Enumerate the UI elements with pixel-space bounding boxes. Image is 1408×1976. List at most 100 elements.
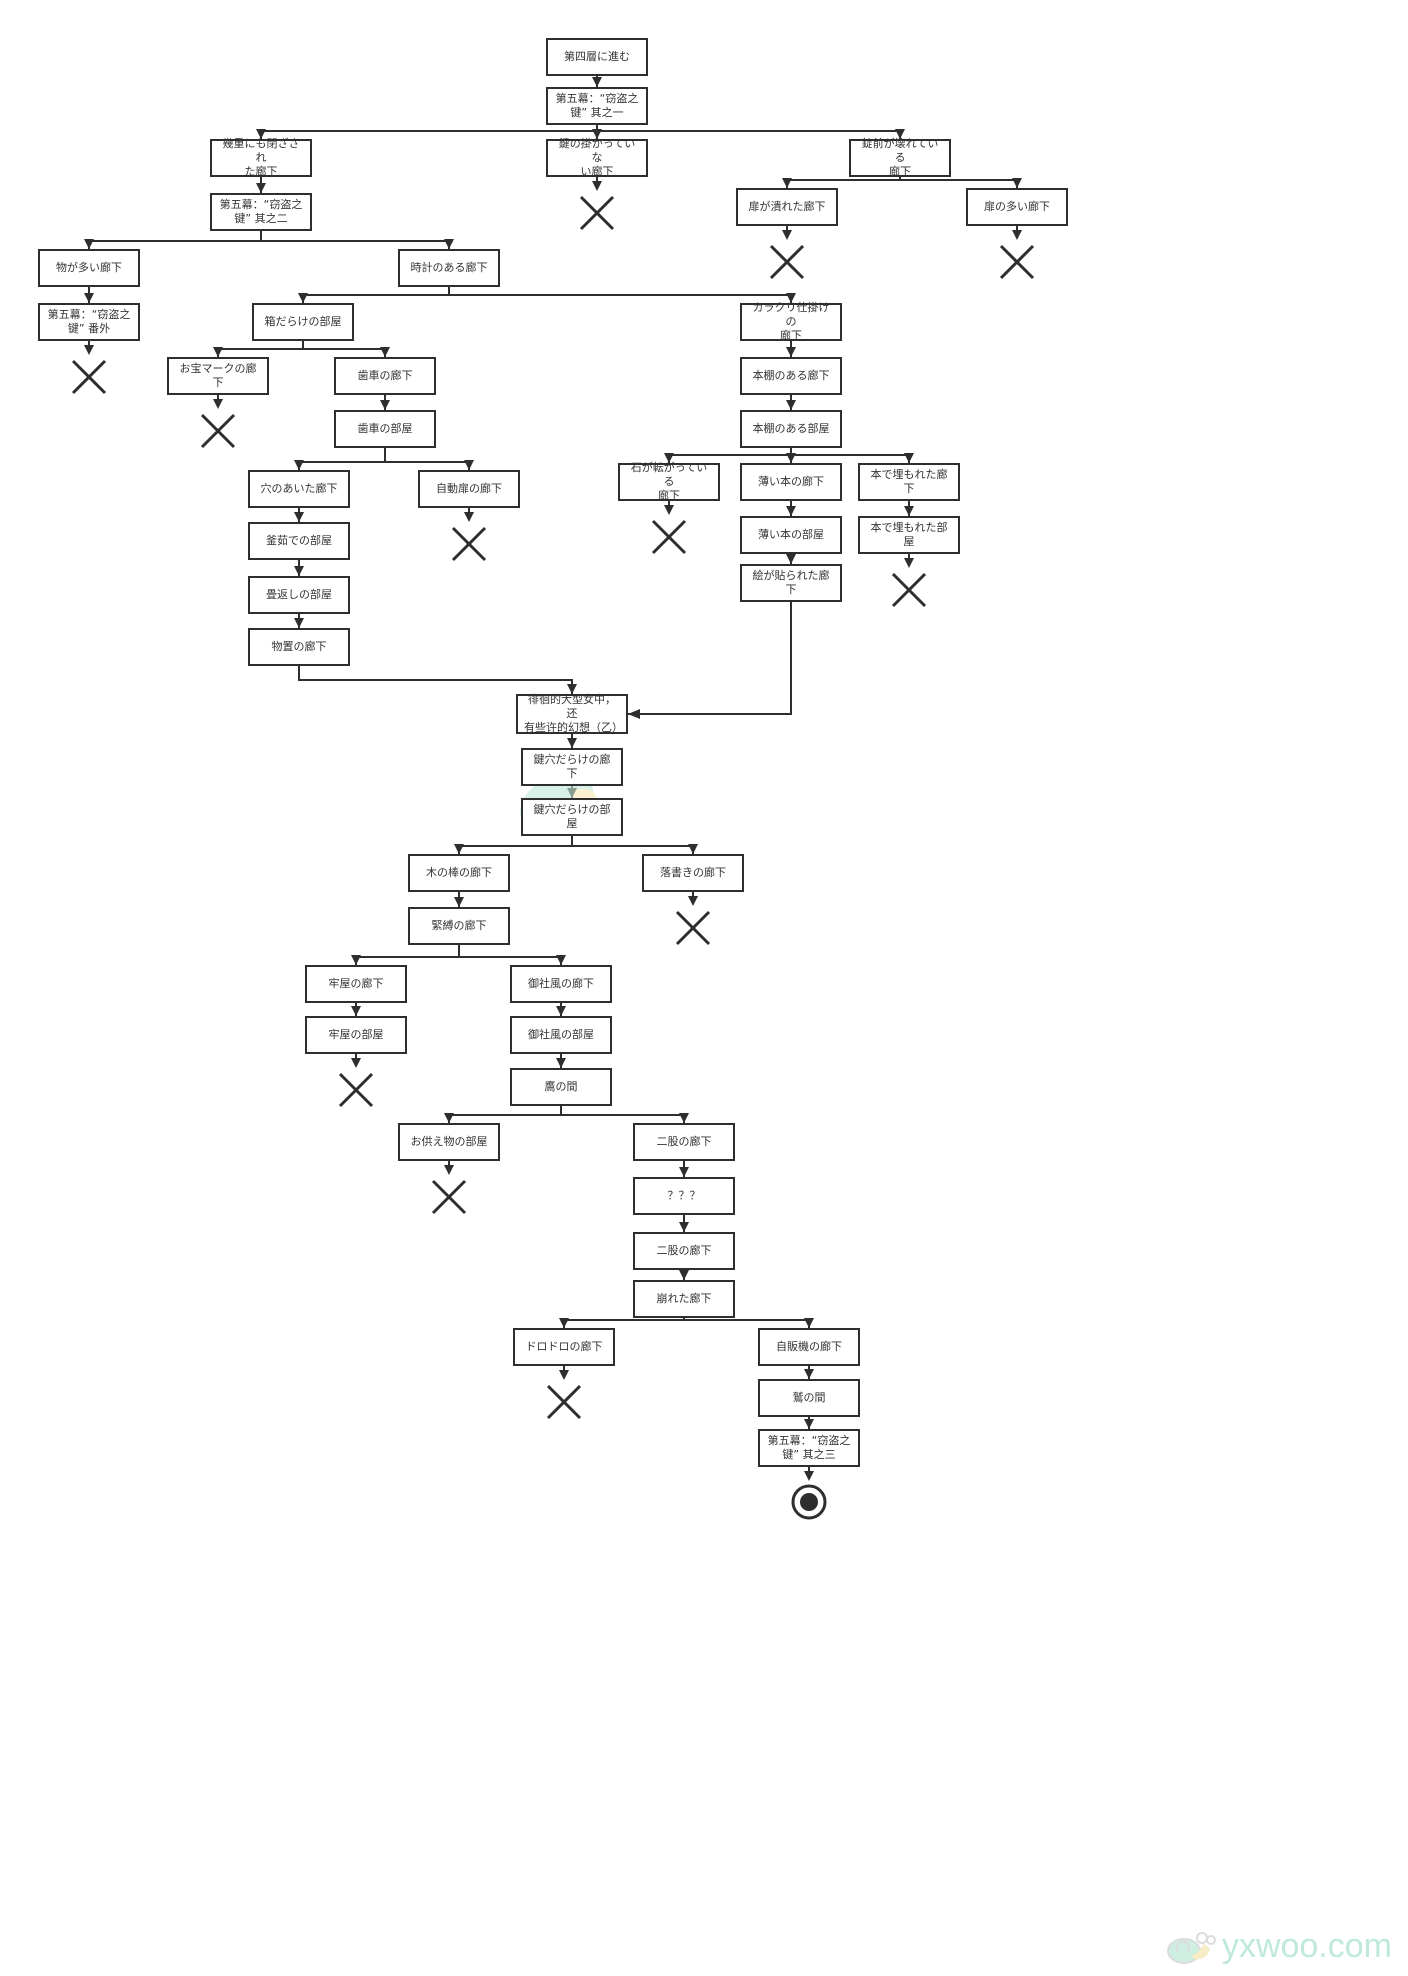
arrowhead-icon xyxy=(679,1113,689,1123)
flow-node: 鍵穴だらけの廊下 xyxy=(521,748,623,786)
arrowhead-icon xyxy=(679,1270,689,1280)
flow-node: 二股の廊下 xyxy=(633,1123,735,1161)
arrowhead-icon xyxy=(782,178,792,188)
flow-node: 落書きの廊下 xyxy=(642,854,744,892)
arrowhead-icon xyxy=(904,453,914,463)
arrowhead-icon xyxy=(464,512,474,522)
arrowhead-icon xyxy=(213,399,223,409)
flow-node: 木の棒の廊下 xyxy=(408,854,510,892)
watermark-text: yxwoo.com xyxy=(1221,1927,1392,1965)
arrowhead-icon xyxy=(294,618,304,628)
arrowhead-icon xyxy=(294,460,304,470)
arrowhead-icon xyxy=(213,347,223,357)
arrowhead-icon xyxy=(592,181,602,191)
arrowhead-icon xyxy=(592,77,602,87)
arrowhead-icon xyxy=(556,955,566,965)
flow-node: 畳返しの部屋 xyxy=(248,576,350,614)
flow-node: 物置の廊下 xyxy=(248,628,350,666)
arrowhead-icon xyxy=(84,345,94,355)
flow-node: 自販機の廊下 xyxy=(758,1328,860,1366)
flow-node: 鍵穴だらけの部屋 xyxy=(521,798,623,836)
arrowhead-icon xyxy=(567,738,577,748)
arrowhead-icon xyxy=(84,293,94,303)
flow-node: 石が転がっている 廊下 xyxy=(618,461,720,502)
arrowhead-icon xyxy=(1012,230,1022,240)
arrowhead-icon xyxy=(904,558,914,568)
flow-node: 第五幕：“窃盗之 键” 其之二 xyxy=(210,193,312,231)
arrowhead-icon xyxy=(679,1222,689,1232)
flow-node: 箱だらけの部屋 xyxy=(252,303,354,341)
arrowhead-icon xyxy=(84,239,94,249)
flow-node: 鷲の間 xyxy=(758,1379,860,1417)
flow-node: 徘徊的大型女中，还 有些许的幻想（乙） xyxy=(516,693,628,734)
connector-layer xyxy=(71,76,1035,1520)
arrowhead-icon xyxy=(804,1471,814,1481)
flow-node: 絵が貼られた廊下 xyxy=(740,564,842,602)
arrowhead-icon xyxy=(556,1006,566,1016)
arrowhead-icon xyxy=(782,230,792,240)
flow-node: 鷹の間 xyxy=(510,1068,612,1106)
flow-node: 緊縛の廊下 xyxy=(408,907,510,945)
flow-node: 本棚のある廊下 xyxy=(740,357,842,395)
arrowhead-icon xyxy=(559,1370,569,1380)
arrowhead-icon xyxy=(444,1113,454,1123)
flow-node: 本棚のある部屋 xyxy=(740,410,842,448)
arrowhead-icon xyxy=(786,453,796,463)
flow-node: 時計のある廊下 xyxy=(398,249,500,287)
flow-node: 牢屋の部屋 xyxy=(305,1016,407,1054)
arrowhead-icon xyxy=(786,506,796,516)
arrowhead-icon xyxy=(444,1165,454,1175)
arrowhead-icon xyxy=(351,1006,361,1016)
arrowhead-icon xyxy=(380,400,390,410)
arrowhead-icon xyxy=(688,896,698,906)
arrowhead-icon xyxy=(804,1318,814,1328)
arrowhead-icon xyxy=(804,1369,814,1379)
flow-node: 牢屋の廊下 xyxy=(305,965,407,1003)
arrowhead-icon xyxy=(664,505,674,515)
flow-node: ドロドロの廊下 xyxy=(513,1328,615,1366)
flow-node: 扉が潰れた廊下 xyxy=(736,188,838,226)
arrowhead-icon xyxy=(351,955,361,965)
flow-node: 第五幕：“窃盗之 键” 其之一 xyxy=(546,87,648,125)
flow-node: 物が多い廊下 xyxy=(38,249,140,287)
snail-logo-icon xyxy=(1166,1931,1216,1964)
arrowhead-icon xyxy=(294,512,304,522)
flow-node: 第四層に進む xyxy=(546,38,648,76)
arrowhead-icon xyxy=(380,347,390,357)
arrowhead-icon xyxy=(444,239,454,249)
arrowhead-icon xyxy=(556,1058,566,1068)
final-state-dot-icon xyxy=(800,1493,818,1511)
flow-node: 錠前が壊れている 廊下 xyxy=(849,137,951,178)
arrowhead-icon xyxy=(298,293,308,303)
flow-node: 歯車の廊下 xyxy=(334,357,436,395)
arrowhead-icon xyxy=(786,400,796,410)
arrowhead-icon xyxy=(786,347,796,357)
arrowhead-icon xyxy=(679,1167,689,1177)
flow-node: カラクリ仕掛けの 廊下 xyxy=(740,301,842,342)
arrowhead-icon xyxy=(688,844,698,854)
flow-node: ？？？ xyxy=(633,1177,735,1215)
arrowhead-icon xyxy=(256,183,266,193)
flow-node: 崩れた廊下 xyxy=(633,1280,735,1318)
flow-node: 第五幕：“窃盗之 键” 其之三 xyxy=(758,1429,860,1467)
arrowhead-icon xyxy=(454,897,464,907)
flow-node: 第五幕：“窃盗之 键” 番外 xyxy=(38,303,140,341)
flow-node: 鍵の掛かっていな い廊下 xyxy=(546,137,648,178)
arrowhead-icon xyxy=(786,554,796,564)
flow-node: 薄い本の部屋 xyxy=(740,516,842,554)
watermark: yxwoo.com xyxy=(1164,1927,1392,1966)
arrowhead-icon xyxy=(559,1318,569,1328)
connector-line xyxy=(628,602,792,715)
arrowhead-icon xyxy=(294,566,304,576)
arrowhead-icon xyxy=(454,844,464,854)
flow-node: 自動扉の廊下 xyxy=(418,470,520,508)
flow-node: 穴のあいた廊下 xyxy=(248,470,350,508)
arrowhead-icon xyxy=(904,506,914,516)
flow-node: 本で埋もれた部屋 xyxy=(858,516,960,554)
arrowhead-icon xyxy=(628,709,640,719)
flow-node: お供え物の部屋 xyxy=(398,1123,500,1161)
flow-node: 御社風の廊下 xyxy=(510,965,612,1003)
arrowhead-icon xyxy=(351,1058,361,1068)
arrowhead-icon xyxy=(464,460,474,470)
flow-node: 薄い本の廊下 xyxy=(740,463,842,501)
